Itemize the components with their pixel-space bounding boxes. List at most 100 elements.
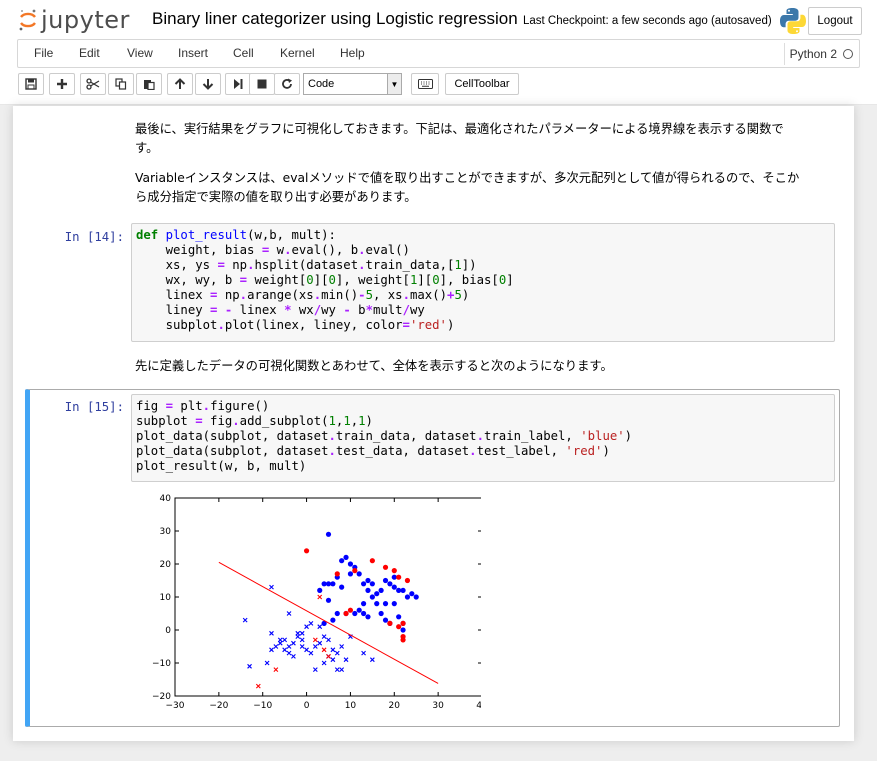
markdown-text: 最後に、実行結果をグラフに可視化しておきます。下記は、最適化されたパラメーターに…: [135, 122, 784, 136]
markdown-cell-variable[interactable]: Variableインスタンスは、evalメソッドで値を取り出すことができますが、…: [135, 169, 835, 207]
copy-button[interactable]: [108, 73, 134, 95]
data-point: [404, 577, 411, 584]
data-point: [396, 574, 402, 580]
data-point: [356, 571, 362, 577]
notebook-title[interactable]: Binary liner categorizer using Logistic …: [152, 9, 518, 29]
data-point: [382, 617, 389, 623]
logout-button[interactable]: Logout: [808, 7, 862, 35]
data-point: [409, 591, 415, 597]
run-cell-button[interactable]: [225, 73, 251, 95]
move-up-button[interactable]: [167, 73, 193, 95]
cell-type-select[interactable]: Code ▼: [303, 73, 402, 95]
kernel-indicator: Python 2: [783, 43, 857, 65]
jupyter-logo-icon: [19, 9, 36, 31]
arrow-up-icon: [174, 78, 186, 89]
data-point: [413, 594, 419, 600]
x-tick-label: 30: [432, 701, 444, 711]
data-point: [343, 554, 349, 560]
y-tick-label: 40: [160, 494, 172, 504]
data-point: [391, 601, 397, 607]
paste-icon: [144, 80, 155, 90]
celltoolbar-button[interactable]: CellToolbar: [445, 73, 519, 95]
data-point: [391, 568, 397, 574]
data-point: [339, 584, 345, 590]
stop-icon: [257, 79, 267, 89]
data-point: [378, 610, 384, 617]
chevron-down-icon: ▼: [387, 74, 401, 94]
data-point: [365, 614, 371, 620]
data-point: [352, 610, 358, 617]
menu-file[interactable]: File: [34, 46, 53, 60]
checkpoint-status: Last Checkpoint: a few seconds ago (auto…: [523, 15, 772, 27]
data-point: [378, 587, 384, 593]
data-point: [360, 581, 367, 587]
data-point: [382, 577, 389, 584]
keyboard-icon: [417, 79, 433, 89]
data-point: [334, 610, 340, 617]
menu-help[interactable]: Help: [340, 46, 365, 60]
data-point: [369, 594, 375, 600]
menubar: File Edit View Insert Cell Kernel Help P…: [17, 39, 860, 68]
copy-icon: [115, 78, 127, 90]
jupyter-logo-text: jupyter: [41, 6, 130, 34]
input-prompt: In [14]:: [64, 230, 124, 244]
notebook-container: 最後に、実行結果をグラフに可視化しておきます。下記は、最適化されたパラメーターに…: [13, 106, 854, 741]
data-point: [374, 591, 380, 597]
markdown-text: 先に定義したデータの可視化関数とあわせて、全体を表示すると次のようになります。: [135, 359, 613, 373]
data-point: [382, 601, 389, 607]
interrupt-kernel-button[interactable]: [249, 73, 275, 95]
y-tick-label: 20: [160, 560, 172, 570]
move-down-button[interactable]: [195, 73, 221, 95]
data-point: [321, 581, 327, 587]
markdown-cell-combined[interactable]: 先に定義したデータの可視化関数とあわせて、全体を表示すると次のようになります。: [135, 357, 835, 376]
data-point: [387, 620, 393, 626]
menu-view[interactable]: View: [127, 46, 153, 60]
data-point: [369, 558, 375, 564]
code-cell-15[interactable]: fig = plt.figure() subplot = fig.add_sub…: [131, 394, 835, 482]
data-point: [352, 568, 358, 574]
code-cell-14[interactable]: def plot_result(w,b, mult): weight, bias…: [131, 223, 835, 342]
data-point: [387, 581, 393, 587]
data-point: [404, 594, 411, 600]
cut-button[interactable]: [80, 73, 106, 95]
x-tick-label: 0: [304, 701, 310, 711]
data-point: [325, 597, 332, 603]
command-palette-button[interactable]: [411, 73, 439, 95]
markdown-text: ら成分指定で実際の値を取り出す必要があります。: [135, 190, 417, 204]
jupyter-logo[interactable]: jupyter: [18, 6, 130, 34]
y-tick-label: 10: [160, 593, 172, 603]
menu-edit[interactable]: Edit: [79, 46, 100, 60]
x-tick-label: 40: [476, 701, 481, 711]
data-point: [400, 637, 406, 643]
x-tick-label: −20: [209, 701, 228, 711]
plot-area: [174, 497, 481, 697]
data-point: [347, 571, 354, 577]
restart-kernel-button[interactable]: [274, 73, 300, 95]
data-point: [396, 614, 402, 620]
data-point: [400, 587, 406, 593]
data-point: [396, 624, 402, 630]
markdown-cell-intro[interactable]: 最後に、実行結果をグラフに可視化しておきます。下記は、最適化されたパラメーターに…: [135, 120, 835, 158]
y-tick-label: 30: [160, 527, 172, 537]
data-point: [303, 548, 310, 554]
insert-cell-button[interactable]: [49, 73, 75, 95]
data-point: [317, 587, 323, 593]
header: jupyter Binary liner categorizer using L…: [0, 0, 877, 105]
menu-cell[interactable]: Cell: [233, 46, 254, 60]
data-point: [382, 564, 389, 570]
cut-icon: [86, 78, 100, 90]
data-point: [369, 581, 375, 587]
y-tick-label: −20: [152, 692, 171, 702]
data-point: [330, 617, 336, 623]
scatter-plot: −30−20−10010203040−20−10010203040: [152, 494, 481, 711]
menu-kernel[interactable]: Kernel: [280, 46, 315, 60]
menu-insert[interactable]: Insert: [178, 46, 208, 60]
data-point: [400, 620, 406, 626]
data-point: [334, 571, 340, 577]
save-button[interactable]: [18, 73, 44, 95]
data-point: [330, 581, 336, 587]
x-tick-label: 10: [345, 701, 357, 711]
arrow-down-icon: [202, 79, 214, 90]
x-tick-label: −30: [166, 701, 185, 711]
paste-button[interactable]: [136, 73, 162, 95]
